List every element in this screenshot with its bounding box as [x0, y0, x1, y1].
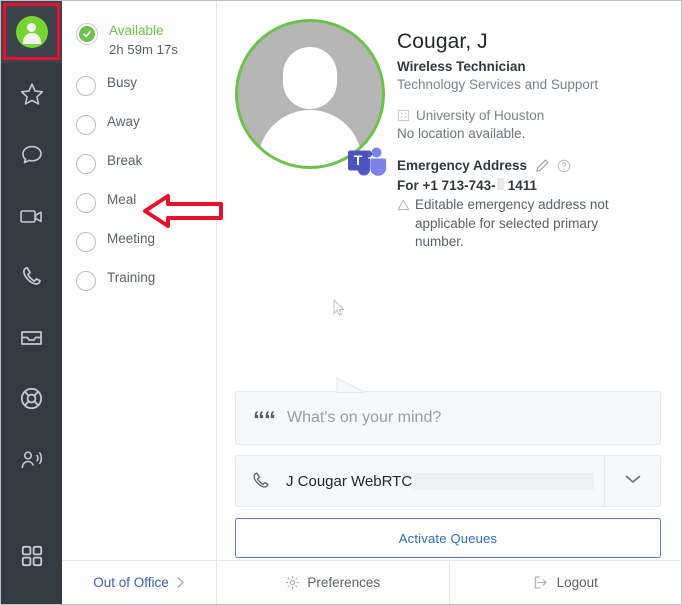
- status-option-meal[interactable]: Meal: [62, 192, 216, 231]
- phone-handset-icon: [250, 470, 272, 492]
- profile-organization: University of Houston: [416, 108, 544, 123]
- lifebuoy-icon: [18, 385, 45, 412]
- line-selector-value: J Cougar WebRTC: [286, 473, 412, 490]
- out-of-office-button[interactable]: Out of Office: [62, 561, 217, 604]
- radio-icon: [76, 271, 96, 291]
- status-label-break: Break: [107, 153, 142, 170]
- line-selector[interactable]: J Cougar WebRTC: [235, 455, 661, 507]
- edit-pencil-icon[interactable]: [535, 158, 550, 173]
- status-label-busy: Busy: [107, 75, 137, 92]
- rail-item-profile-avatar[interactable]: [1, 1, 62, 63]
- left-icon-rail: [1, 1, 62, 604]
- radio-icon: [76, 76, 96, 96]
- chat-bubble-icon: [19, 142, 45, 168]
- radio-icon: [76, 154, 96, 174]
- status-label-away: Away: [107, 114, 140, 131]
- status-message-input[interactable]: ““ What's on your mind?: [235, 391, 661, 445]
- status-option-busy[interactable]: Busy: [62, 75, 216, 114]
- out-of-office-label: Out of Office: [93, 575, 169, 590]
- preferences-button[interactable]: Preferences: [217, 561, 450, 604]
- status-option-available[interactable]: Available 2h 59m 17s: [62, 23, 216, 75]
- bubble-tail: [336, 377, 366, 393]
- main-panel: T Cougar, J Wireless Technician Technolo…: [217, 1, 681, 604]
- emergency-address-warning: Editable emergency address not applicabl…: [397, 196, 629, 252]
- status-option-break[interactable]: Break: [62, 153, 216, 192]
- emergency-warning-text: Editable emergency address not applicabl…: [415, 196, 629, 252]
- agent-status-window: Available 2h 59m 17s Busy Away Break Mea…: [0, 0, 682, 605]
- avatar[interactable]: T: [235, 19, 391, 252]
- emergency-address-number: For +1 713-743- 1411: [397, 178, 629, 193]
- profile-section: T Cougar, J Wireless Technician Technolo…: [217, 1, 681, 378]
- person-speaking-icon: [18, 447, 46, 473]
- rail-item-calls[interactable]: [1, 246, 62, 307]
- emergency-address-header: Emergency Address: [397, 158, 629, 173]
- profile-department: Technology Services and Support: [397, 77, 629, 92]
- grid-apps-icon: [19, 543, 45, 569]
- status-timer: 2h 59m 17s: [109, 42, 178, 58]
- help-circle-icon[interactable]: [557, 159, 571, 173]
- rail-item-apps[interactable]: [1, 525, 62, 586]
- emergency-address-title: Emergency Address: [397, 158, 527, 173]
- logout-button[interactable]: Logout: [450, 561, 682, 604]
- user-avatar-icon: [16, 16, 48, 48]
- chevron-down-icon: [624, 472, 642, 490]
- radio-icon: [76, 193, 96, 213]
- status-label-meeting: Meeting: [107, 231, 155, 248]
- profile-job-title: Wireless Technician: [397, 59, 629, 74]
- radio-icon: [76, 115, 96, 135]
- gear-icon: [285, 575, 300, 590]
- status-option-training[interactable]: Training: [62, 270, 216, 309]
- status-list: Available 2h 59m 17s Busy Away Break Mea…: [62, 1, 217, 604]
- line-selector-toggle[interactable]: [604, 456, 660, 506]
- rail-item-agent[interactable]: [1, 429, 62, 490]
- warning-triangle-icon: [397, 196, 410, 252]
- svg-text:T: T: [354, 152, 363, 168]
- chevron-right-icon: [176, 576, 185, 589]
- rail-item-chat[interactable]: [1, 124, 62, 185]
- radio-icon: [76, 232, 96, 252]
- status-label-available: Available: [109, 23, 178, 40]
- radio-selected-icon: [76, 23, 98, 45]
- profile-location: No location available.: [397, 126, 629, 141]
- emergency-number-suffix: 1411: [508, 178, 537, 193]
- preferences-label: Preferences: [307, 575, 380, 590]
- rail-item-support[interactable]: [1, 368, 62, 429]
- star-icon: [19, 81, 45, 107]
- status-label-training: Training: [107, 270, 155, 287]
- profile-details: Cougar, J Wireless Technician Technology…: [391, 19, 629, 252]
- video-camera-icon: [18, 203, 46, 229]
- rail-item-favorites[interactable]: [1, 63, 62, 124]
- phone-icon: [19, 264, 45, 290]
- rail-item-video[interactable]: [1, 185, 62, 246]
- page-title: Cougar, J: [397, 29, 629, 54]
- redacted-line-info: [414, 473, 594, 490]
- rail-item-inbox[interactable]: [1, 307, 62, 368]
- status-option-away[interactable]: Away: [62, 114, 216, 153]
- status-message-placeholder: What's on your mind?: [287, 409, 441, 427]
- status-label-meal: Meal: [107, 192, 136, 209]
- logout-label: Logout: [557, 575, 598, 590]
- emergency-number-prefix: For +1 713-743-: [397, 178, 496, 193]
- profile-organization-row: University of Houston: [397, 108, 629, 123]
- status-option-meeting[interactable]: Meeting: [62, 231, 216, 270]
- inbox-tray-icon: [18, 325, 45, 351]
- building-icon: [397, 109, 410, 122]
- redacted-digits: [497, 178, 504, 190]
- sign-out-icon: [533, 575, 550, 590]
- footer-bar: Out of Office Preferences: [62, 560, 681, 604]
- activate-queues-button[interactable]: Activate Queues: [235, 518, 661, 558]
- microsoft-teams-icon: T: [347, 144, 387, 178]
